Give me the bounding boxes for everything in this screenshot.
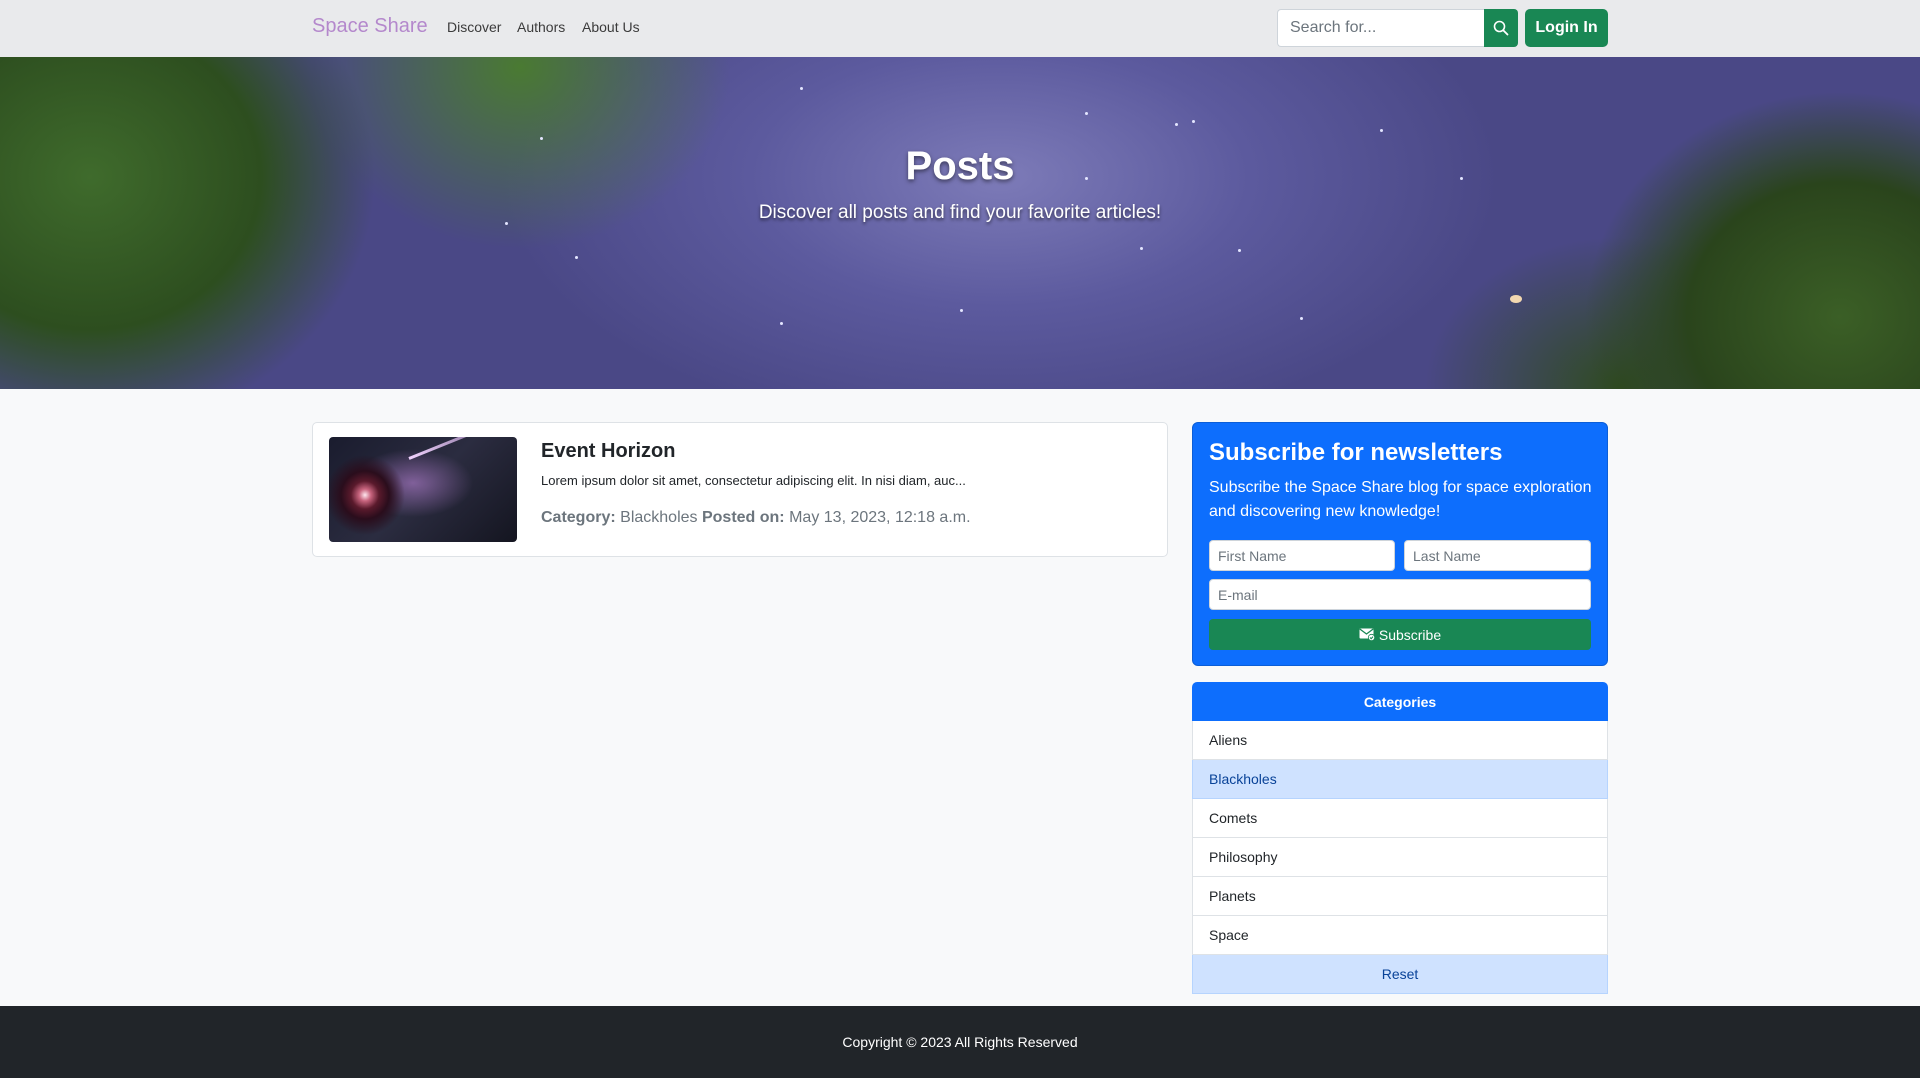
post-meta: Category: Blackholes Posted on: May 13, …	[541, 509, 971, 527]
post-excerpt: Lorem ipsum dolor sit amet, consectetur …	[541, 473, 966, 488]
copyright-text: Copyright © 2023 All Rights Reserved	[842, 1034, 1078, 1050]
categories-list: Categories Aliens Blackholes Comets Phil…	[1192, 682, 1608, 994]
star-decoration	[1380, 129, 1383, 132]
category-item-philosophy[interactable]: Philosophy	[1192, 838, 1608, 877]
star-decoration	[1085, 112, 1088, 115]
page-title: Posts	[905, 144, 1015, 188]
star-decoration	[800, 87, 803, 90]
category-item-planets[interactable]: Planets	[1192, 877, 1608, 916]
blackhole-jet-decoration	[408, 437, 512, 460]
post-title[interactable]: Event Horizon	[541, 440, 675, 463]
nav-link-authors[interactable]: Authors	[517, 19, 565, 35]
email-field[interactable]	[1209, 579, 1591, 610]
hero-banner: Posts Discover all posts and find your f…	[0, 57, 1920, 389]
star-decoration	[1300, 317, 1303, 320]
post-date: May 13, 2023, 12:18 a.m.	[789, 509, 971, 526]
star-decoration	[1238, 249, 1241, 252]
first-name-field[interactable]	[1209, 540, 1395, 571]
posted-on-label: Posted on:	[701, 509, 785, 526]
star-decoration	[780, 322, 783, 325]
star-decoration	[960, 309, 963, 312]
post-thumbnail[interactable]	[329, 437, 517, 542]
newsletter-card: Subscribe for newsletters Subscribe the …	[1192, 422, 1608, 666]
star-decoration	[1140, 247, 1143, 250]
star-decoration	[1192, 120, 1195, 123]
search-icon	[1493, 20, 1509, 36]
star-decoration	[575, 256, 578, 259]
brand-link[interactable]: Space Share	[312, 15, 428, 38]
footer: Copyright © 2023 All Rights Reserved	[0, 1006, 1920, 1078]
navbar: Space Share Discover Authors About Us Lo…	[0, 0, 1920, 57]
categories-header: Categories	[1192, 682, 1608, 721]
category-item-blackholes[interactable]: Blackholes	[1192, 760, 1608, 799]
login-button[interactable]: Login In	[1525, 9, 1608, 47]
nav-link-discover[interactable]: Discover	[447, 19, 501, 35]
search-input[interactable]	[1277, 9, 1484, 47]
category-item-comets[interactable]: Comets	[1192, 799, 1608, 838]
subscribe-label: Subscribe	[1378, 626, 1442, 643]
star-decoration	[540, 137, 543, 140]
post-card[interactable]: Event Horizon Lorem ipsum dolor sit amet…	[312, 422, 1168, 557]
category-item-aliens[interactable]: Aliens	[1192, 721, 1608, 760]
nav-link-about-us[interactable]: About Us	[582, 19, 640, 35]
categories-reset-button[interactable]: Reset	[1192, 955, 1608, 994]
search-button[interactable]	[1484, 9, 1518, 47]
newsletter-title: Subscribe for newsletters	[1209, 439, 1503, 466]
newsletter-description: Subscribe the Space Share blog for space…	[1209, 479, 1592, 520]
subscribe-button[interactable]: Subscribe	[1209, 619, 1591, 650]
star-decoration	[1175, 123, 1178, 126]
search-form	[1277, 9, 1518, 47]
last-name-field[interactable]	[1404, 540, 1591, 571]
envelope-check-icon	[1359, 628, 1375, 641]
category-label: Category:	[541, 509, 616, 526]
post-category: Blackholes	[620, 509, 698, 526]
page-subtitle: Discover all posts and find your favorit…	[758, 202, 1162, 223]
category-item-space[interactable]: Space	[1192, 916, 1608, 955]
moon-decoration	[1510, 295, 1522, 303]
